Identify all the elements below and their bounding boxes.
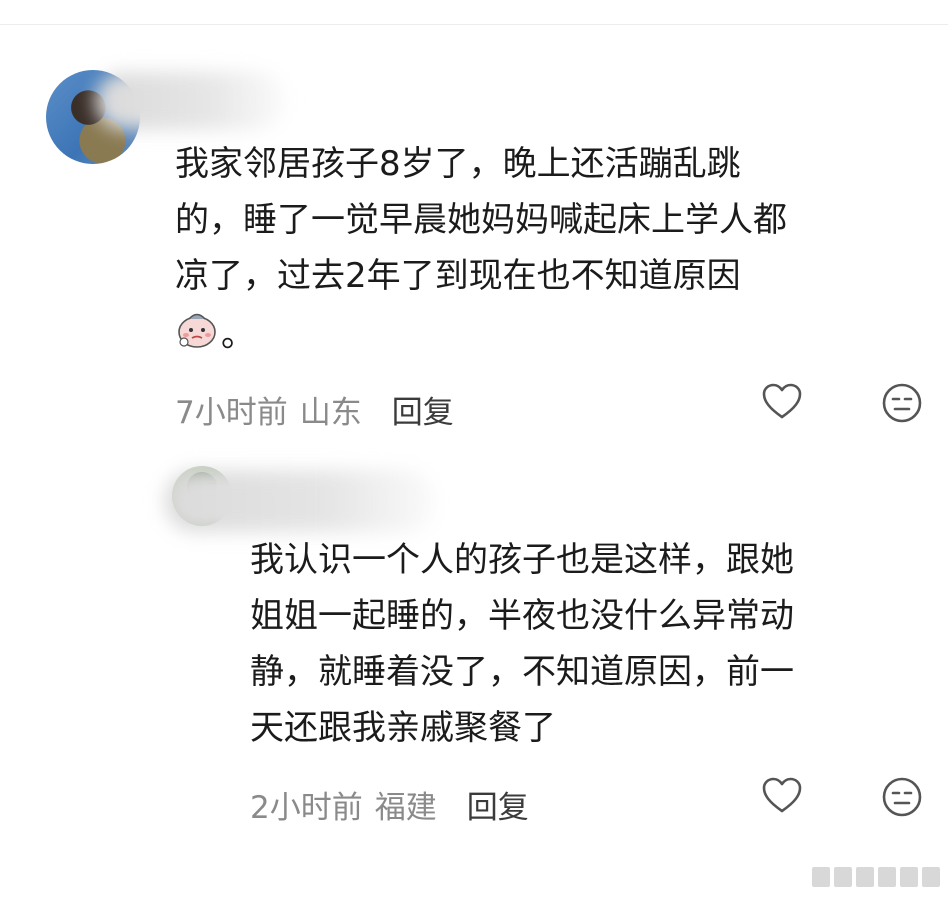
neutral-face-icon[interactable] bbox=[880, 775, 924, 819]
watermark-logo bbox=[812, 866, 940, 888]
username-redacted bbox=[165, 470, 435, 532]
username-redacted bbox=[95, 72, 285, 130]
reply-button[interactable]: 回复 bbox=[467, 782, 529, 827]
comment-meta: 7小时前 山东 回复 bbox=[175, 387, 454, 432]
heart-outline-icon[interactable] bbox=[760, 774, 804, 818]
top-divider bbox=[0, 24, 948, 25]
comment-location: 福建 bbox=[374, 789, 437, 826]
comment-location: 山东 bbox=[299, 394, 362, 431]
comment-time: 2小时前 bbox=[250, 789, 363, 826]
neutral-face-icon[interactable] bbox=[880, 381, 924, 425]
crying-face-sticker-icon bbox=[178, 313, 216, 348]
comment-text: 我家邻居孩子8岁了，晚上还活蹦乱跳 的，睡了一觉早晨她妈妈喊起床上学人都 凉了，… bbox=[175, 144, 787, 296]
comment-meta: 2小时前 福建 回复 bbox=[250, 782, 529, 827]
heart-outline-icon[interactable] bbox=[760, 380, 804, 424]
reply-button[interactable]: 回复 bbox=[392, 387, 454, 432]
comment-trailing-punctuation: 。 bbox=[221, 315, 255, 355]
comment-time: 7小时前 bbox=[175, 394, 288, 431]
comment-text: 我认识一个人的孩子也是这样，跟她 姐姐一起睡的，半夜也没什么异常动 静，就睡着没… bbox=[250, 540, 794, 748]
